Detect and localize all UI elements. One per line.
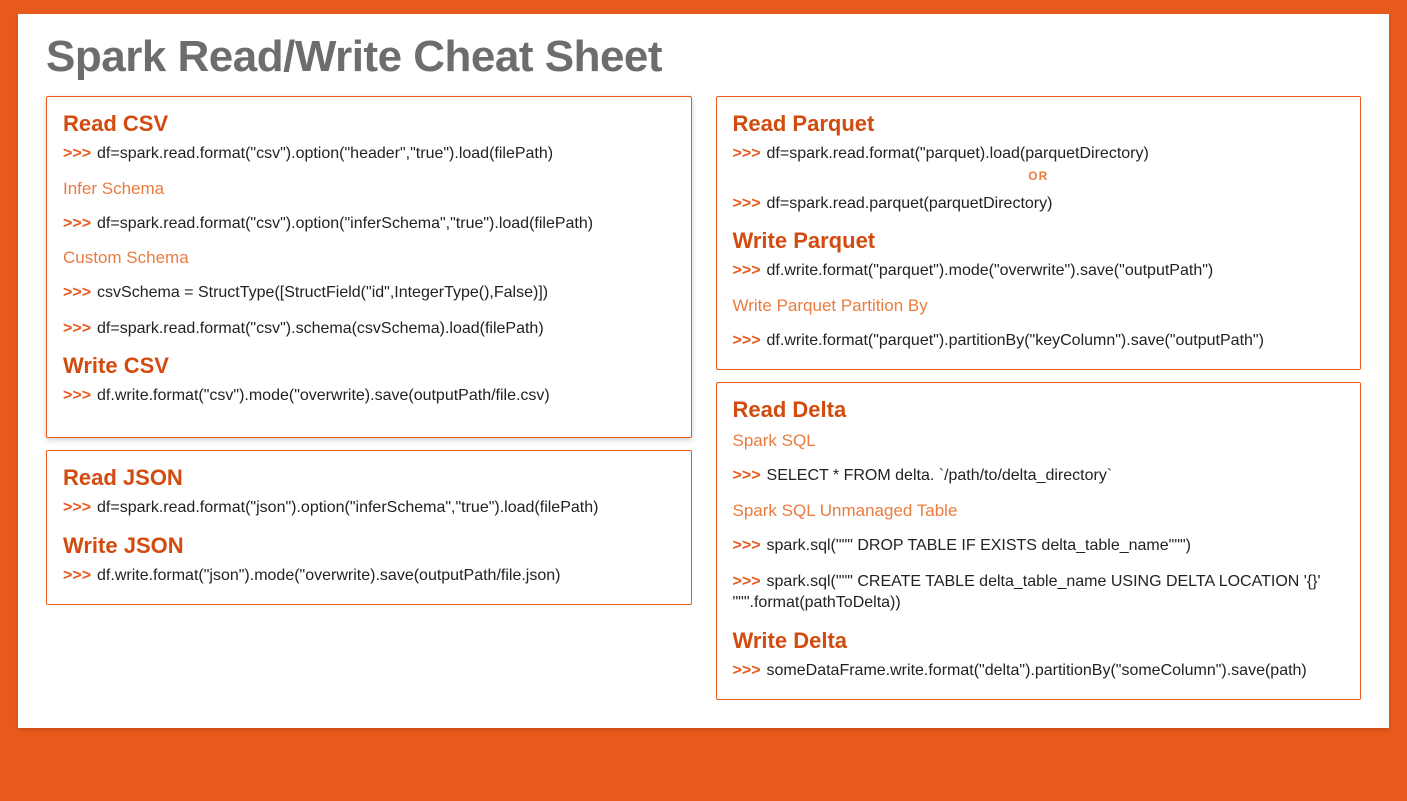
prompt-icon: >>> [733,195,761,212]
spark-sql-unmanaged-title: Spark SQL Unmanaged Table [733,501,1345,521]
right-column: Read Parquet >>> df=spark.read.format("pa… [716,96,1362,700]
code-text: df=spark.read.parquet(parquetDirectory) [767,195,1053,212]
or-divider: OR [733,169,1345,183]
code-text: spark.sql(""" DROP TABLE IF EXISTS delta… [767,537,1191,554]
prompt-icon: >>> [733,332,761,349]
write-parquet-partition-title: Write Parquet Partition By [733,296,1345,316]
code-text: SELECT * FROM delta. `/path/to/delta_dir… [767,467,1113,484]
code-text: csvSchema = StructType([StructField("id"… [97,284,548,301]
prompt-icon: >>> [733,537,761,554]
code-text: df.write.format("json").mode("overwrite)… [97,567,560,584]
write-parquet-code: >>> df.write.format("parquet").mode("over… [733,260,1345,282]
write-csv-title: Write CSV [63,353,675,379]
code-text: spark.sql(""" CREATE TABLE delta_table_n… [733,573,1321,612]
code-text: df=spark.read.format("json").option("inf… [97,499,598,516]
write-parquet-partition-code: >>> df.write.format("parquet").partitionB… [733,330,1345,352]
spark-sql-code: >>> SELECT * FROM delta. `/path/to/delta_… [733,465,1345,487]
write-parquet-title: Write Parquet [733,228,1345,254]
read-json-code: >>> df=spark.read.format("json").option("… [63,497,675,519]
custom-schema-code-2: >>> df=spark.read.format("csv").schema(cs… [63,318,675,340]
prompt-icon: >>> [63,320,91,337]
panel-csv: Read CSV >>> df=spark.read.format("csv").… [46,96,692,438]
prompt-icon: >>> [63,499,91,516]
prompt-icon: >>> [733,262,761,279]
spark-sql-unmanaged-code-2: >>>spark.sql(""" CREATE TABLE delta_tabl… [733,571,1345,614]
code-text: df=spark.read.format("parquet).load(parq… [767,145,1149,162]
custom-schema-title: Custom Schema [63,248,675,268]
code-text: someDataFrame.write.format("delta").part… [767,662,1307,679]
prompt-icon: >>> [733,662,761,679]
prompt-icon: >>> [63,567,91,584]
read-parquet-code-2: >>> df=spark.read.parquet(parquetDirector… [733,193,1345,215]
read-csv-code: >>> df=spark.read.format("csv").option("h… [63,143,675,165]
code-text: df.write.format("parquet").mode("overwri… [767,262,1214,279]
prompt-icon: >>> [733,573,761,590]
panel-json: Read JSON >>> df=spark.read.format("json"… [46,450,692,605]
code-text: df=spark.read.format("csv").schema(csvSc… [97,320,544,337]
columns: Read CSV >>> df=spark.read.format("csv").… [46,96,1361,700]
write-delta-code: >>> someDataFrame.write.format("delta").p… [733,660,1345,682]
cheat-sheet: Spark Read/Write Cheat Sheet Read CSV >>… [18,14,1389,728]
infer-schema-title: Infer Schema [63,179,675,199]
prompt-icon: >>> [63,387,91,404]
infer-schema-code: >>> df=spark.read.format("csv").option("i… [63,213,675,235]
code-text: df=spark.read.format("csv").option("infe… [97,215,593,232]
read-parquet-title: Read Parquet [733,111,1345,137]
panel-parquet: Read Parquet >>> df=spark.read.format("pa… [716,96,1362,370]
spark-sql-title: Spark SQL [733,431,1345,451]
write-delta-title: Write Delta [733,628,1345,654]
prompt-icon: >>> [733,467,761,484]
read-csv-title: Read CSV [63,111,675,137]
read-json-title: Read JSON [63,465,675,491]
prompt-icon: >>> [63,215,91,232]
code-text: df.write.format("parquet").partitionBy("… [767,332,1264,349]
custom-schema-code-1: >>> csvSchema = StructType([StructField("… [63,282,675,304]
write-json-title: Write JSON [63,533,675,559]
write-csv-code: >>> df.write.format("csv").mode("overwrit… [63,385,675,407]
page-title: Spark Read/Write Cheat Sheet [46,32,1361,82]
read-parquet-code-1: >>> df=spark.read.format("parquet).load(p… [733,143,1345,165]
prompt-icon: >>> [63,284,91,301]
code-text: df=spark.read.format("csv").option("head… [97,145,553,162]
write-json-code: >>> df.write.format("json").mode("overwri… [63,565,675,587]
prompt-icon: >>> [733,145,761,162]
read-delta-title: Read Delta [733,397,1345,423]
left-column: Read CSV >>> df=spark.read.format("csv").… [46,96,692,700]
code-text: df.write.format("csv").mode("overwrite).… [97,387,550,404]
prompt-icon: >>> [63,145,91,162]
panel-delta: Read Delta Spark SQL >>> SELECT * FROM de… [716,382,1362,700]
spark-sql-unmanaged-code-1: >>> spark.sql(""" DROP TABLE IF EXISTS de… [733,535,1345,557]
